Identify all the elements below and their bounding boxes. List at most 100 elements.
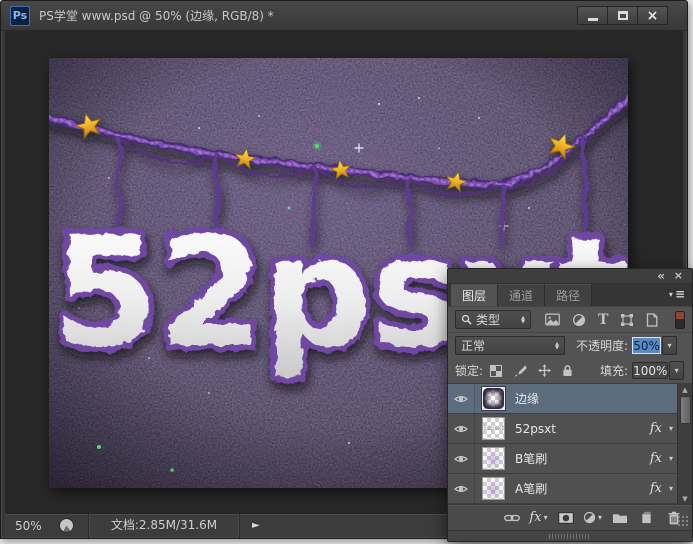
eye-icon: [454, 484, 468, 494]
panel-tabs: 图层 通道 路径 ▾ ≡: [448, 284, 692, 306]
filter-shape-layers-icon[interactable]: [620, 313, 634, 327]
menu-caret-icon: ▾: [668, 289, 673, 299]
close-panel-icon[interactable]: ×: [674, 269, 683, 283]
window-title: PS学堂 www.psd @ 50% (边缘, RGB/8) *: [39, 9, 274, 23]
fill-label: 填充:: [600, 364, 629, 378]
thumbnail-content: [483, 388, 504, 409]
thumbnail-content: [483, 448, 504, 469]
titlebar[interactable]: Ps PS学堂 www.psd @ 50% (边缘, RGB/8) * ×: [1, 1, 687, 31]
close-button[interactable]: ×: [637, 6, 668, 25]
photoshop-app-icon: Ps: [10, 5, 30, 26]
caret-down-icon: ▾: [543, 513, 548, 522]
status-options-arrow[interactable]: ►: [252, 520, 260, 531]
caret-down-icon: ▾: [674, 366, 679, 375]
layer-fx-badge[interactable]: fx: [650, 421, 662, 436]
fill-field[interactable]: 100%: [632, 362, 669, 379]
filter-adjustment-layers-icon[interactable]: [572, 313, 586, 327]
zoom-level-field[interactable]: 50%: [5, 519, 51, 533]
panel-resize-grip[interactable]: [448, 530, 692, 541]
add-layer-mask-button[interactable]: [552, 512, 579, 524]
new-adjustment-layer-button[interactable]: ▾: [579, 511, 606, 524]
lock-all-icon[interactable]: [562, 364, 573, 377]
layer-filter-row: 类型 ▲ ▼ T: [448, 307, 692, 333]
opacity-dropdown-arrow[interactable]: ▾: [662, 336, 678, 355]
layers-panel-toolbar: fx ▾ ▾: [448, 504, 692, 530]
maximize-icon: [617, 11, 628, 20]
opacity-field[interactable]: 50%: [632, 337, 662, 354]
document-info-icon[interactable]: [59, 518, 74, 533]
scroll-down-icon[interactable]: ▼: [682, 493, 687, 504]
minimize-icon: [587, 17, 598, 21]
filter-smart-objects-icon[interactable]: [646, 313, 658, 327]
layer-row-52psxt[interactable]: 52psxt 52psxt fx ▾: [448, 414, 692, 444]
close-icon: ×: [646, 7, 659, 24]
caret-down-icon: ▾: [667, 341, 672, 350]
layer-thumbnail[interactable]: [482, 477, 505, 500]
updown-arrows-icon: ▲ ▼: [521, 314, 525, 325]
lock-position-move-icon[interactable]: [538, 364, 551, 377]
lock-transparency-icon[interactable]: [490, 365, 502, 377]
layer-thumbnail[interactable]: [482, 387, 505, 410]
layer-name: 边缘: [515, 392, 540, 406]
opacity-label: 不透明度:: [576, 339, 629, 353]
collapse-panel-icon[interactable]: «: [657, 269, 665, 283]
layers-scrollbar[interactable]: ▲ ▼: [677, 384, 692, 504]
scrollbar-thumb[interactable]: [679, 396, 691, 424]
layer-row-bianyuan[interactable]: 边缘: [448, 384, 692, 414]
fill-dropdown-arrow[interactable]: ▾: [669, 361, 685, 380]
panel-corner-resize-grip[interactable]: [677, 515, 690, 528]
grip-dots-icon: [549, 533, 591, 539]
layer-thumbnail[interactable]: [482, 447, 505, 470]
fx-collapse-caret[interactable]: ▾: [669, 484, 673, 493]
new-layer-icon: [640, 511, 653, 524]
minimize-button[interactable]: [577, 6, 608, 25]
layer-thumbnail[interactable]: 52psxt: [482, 417, 505, 440]
tab-paths[interactable]: 路径: [545, 284, 593, 306]
visibility-toggle[interactable]: [448, 384, 475, 413]
add-layer-style-button[interactable]: fx ▾: [525, 510, 552, 525]
visibility-toggle[interactable]: [448, 414, 475, 443]
panel-menu-icon[interactable]: ▾ ≡: [668, 288, 685, 300]
visibility-toggle[interactable]: [448, 474, 475, 503]
document-size-info: 文档:2.85M/31.6M: [88, 513, 240, 538]
tab-channels-label: 通道: [509, 289, 534, 303]
layer-fx-badge[interactable]: fx: [650, 451, 662, 466]
filter-kind-dropdown[interactable]: 类型 ▲ ▼: [455, 310, 531, 329]
updown-arrows-icon: ▲ ▼: [555, 340, 559, 351]
fx-collapse-caret[interactable]: ▾: [669, 424, 673, 433]
thumbnail-content: 52psxt: [483, 425, 504, 432]
link-layers-button[interactable]: [498, 514, 525, 522]
maximize-button[interactable]: [607, 6, 638, 25]
blend-mode-dropdown[interactable]: 正常 ▲ ▼: [455, 336, 565, 355]
window-controls: ×: [577, 6, 668, 25]
layer-name: 52psxt: [515, 421, 556, 436]
blend-mode-value: 正常: [461, 339, 486, 353]
layer-mask-icon: [558, 512, 574, 524]
filter-type-buttons: T: [545, 313, 658, 327]
layer-effects: fx ▾: [650, 444, 673, 473]
filter-type-layers-icon[interactable]: T: [598, 313, 608, 327]
scroll-up-icon[interactable]: ▲: [682, 384, 687, 395]
filter-kind-label: 类型: [476, 313, 501, 327]
visibility-toggle[interactable]: [448, 444, 475, 473]
layer-filtering-toggle[interactable]: [675, 310, 685, 329]
fx-collapse-caret[interactable]: ▾: [669, 454, 673, 463]
layer-list: 边缘 52psxt 52psxt fx ▾ B笔刷 fx ▾ A笔刷 fx ▾ …: [448, 384, 692, 504]
doc-info-text: 文档:2.85M/31.6M: [110, 517, 218, 532]
layer-row-a-brush[interactable]: A笔刷 fx ▾: [448, 474, 692, 504]
new-group-button[interactable]: [606, 512, 633, 524]
tab-layers-label: 图层: [462, 289, 487, 303]
filter-pixel-layers-icon[interactable]: [545, 313, 560, 326]
lock-row: 锁定: 填充: 100% ▾: [448, 358, 692, 384]
blend-mode-row: 正常 ▲ ▼ 不透明度: 50% ▾: [448, 333, 692, 358]
layer-effects: fx ▾: [650, 414, 673, 443]
layer-name: A笔刷: [515, 482, 548, 496]
new-layer-button[interactable]: [633, 511, 660, 524]
layer-effects: fx ▾: [650, 474, 673, 503]
tab-layers[interactable]: 图层: [451, 284, 499, 306]
tab-paths-label: 路径: [556, 289, 581, 303]
tab-channels[interactable]: 通道: [498, 284, 546, 306]
layer-row-b-brush[interactable]: B笔刷 fx ▾: [448, 444, 692, 474]
layer-fx-badge[interactable]: fx: [650, 481, 662, 496]
lock-pixels-brush-icon[interactable]: [513, 364, 527, 378]
